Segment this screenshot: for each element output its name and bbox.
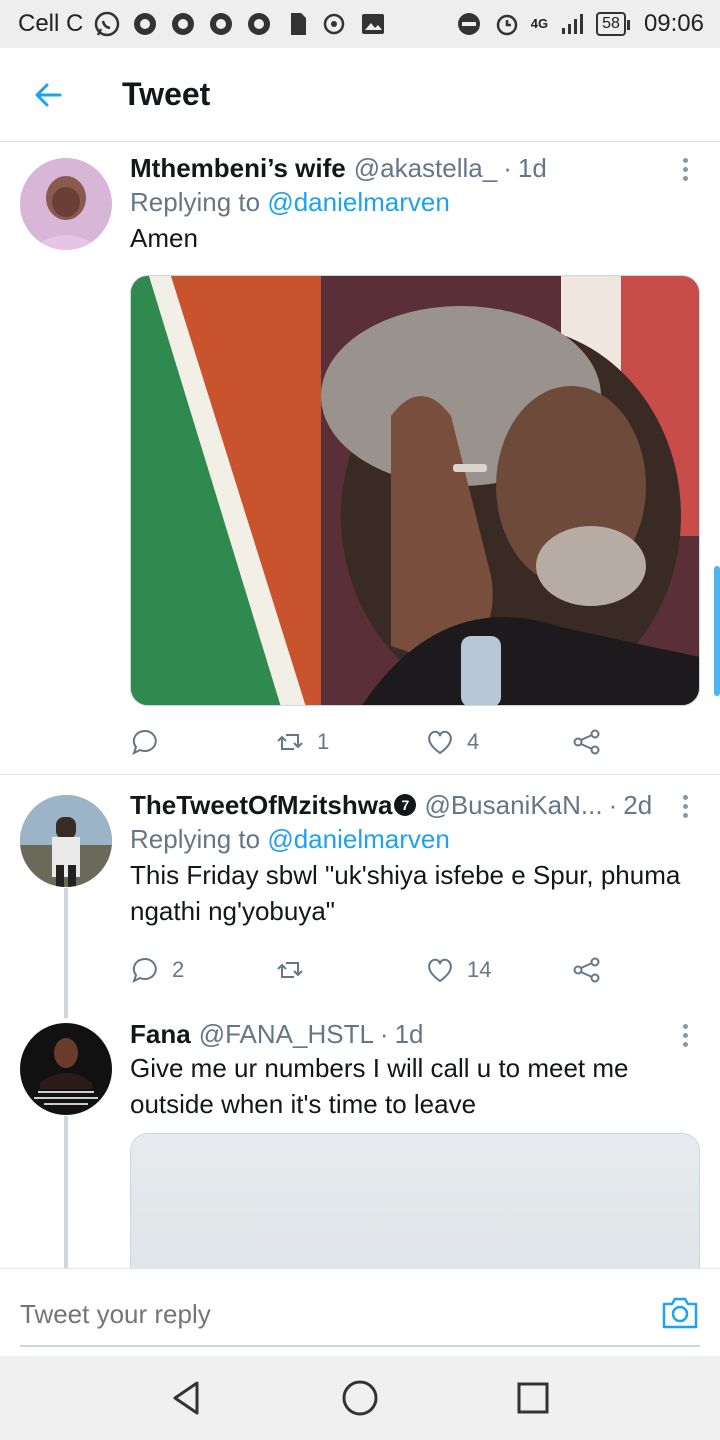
author-name[interactable]: TheTweetOfMzitshwa [130,789,392,821]
tweet-time: 1d [517,153,547,183]
reply-button[interactable] [130,727,172,757]
battery-indicator: 58 [596,12,630,36]
separator-dot: · [379,1019,389,1049]
system-nav-bar [0,1356,720,1440]
tweet-actions: 2 14 [130,950,610,990]
separator-dot: · [503,153,512,183]
hotspot-icon [321,10,349,38]
replying-to-line: Replying to @danielmarven [130,184,698,220]
scrollbar[interactable] [714,566,720,696]
verified-badge: 7 [394,794,417,816]
tweet[interactable]: Mthembeni’s wife @akastella_ · 1d Replyi… [0,142,720,774]
tweet-image[interactable] [130,1133,700,1268]
avatar[interactable] [20,1023,112,1115]
more-options-button[interactable] [670,791,700,821]
thread-line [64,888,68,1018]
reply-underline [20,1345,700,1347]
network-type: 4G [530,16,549,31]
heart-icon [428,730,452,755]
author-name[interactable]: Fana [130,1018,191,1050]
carrier-label: Cell C [18,10,84,37]
app-header: Tweet [0,48,720,142]
thread-line [64,1116,68,1268]
tweet-header: Fana @FANA_HSTL · 1d [130,1018,698,1050]
clock: 09:06 [643,10,704,37]
author-handle[interactable]: @FANA_HSTL [199,1018,374,1050]
nav-home-button[interactable] [330,1368,390,1428]
like-count: 14 [467,957,492,982]
reply-bar [0,1268,720,1356]
circle-home-icon [342,1380,378,1416]
share-icon [573,957,600,983]
reply-input[interactable] [20,1285,640,1343]
share-button[interactable] [572,955,602,985]
nav-back-button[interactable] [157,1368,217,1428]
share-icon [573,729,600,755]
author-name[interactable]: Mthembeni’s wife [130,152,346,184]
replying-prefix: Replying to [130,187,261,217]
replying-to-line: Replying to @danielmarven [130,821,698,857]
like-button[interactable]: 4 [425,727,479,757]
camera-icon [662,1297,698,1329]
reply-count: 2 [172,957,185,982]
separator-dot: · [608,790,618,820]
chrome-icon [131,10,159,38]
retweet-button[interactable]: 1 [275,727,329,757]
share-button[interactable] [572,727,602,757]
tweet-header: Mthembeni’s wife @akastella_ · 1d [130,152,698,184]
tweet[interactable]: Fana @FANA_HSTL · 1d Give me ur numbers … [0,1012,720,1268]
tweet-image[interactable] [130,275,700,706]
like-button[interactable]: 14 [425,955,491,985]
signal-icon [558,10,586,38]
retweet-button[interactable] [275,955,317,985]
image-icon [359,10,387,38]
retweet-icon [277,734,303,750]
tweet-actions: 1 4 [130,722,610,762]
tweet-time: 2d [623,790,653,820]
tweet-time: 1d [394,1019,424,1049]
tweet[interactable]: TheTweetOfMzitshwa 7 @BusaniKaN... · 2d … [0,775,720,1015]
triangle-back-icon [173,1381,199,1415]
retweet-count: 1 [317,729,330,754]
like-count: 4 [467,729,480,754]
page-title: Tweet [122,76,211,112]
mention-link[interactable]: @danielmarven [267,187,449,217]
tweet-text: Amen [130,223,198,253]
status-bar: Cell C 4G 58 09:06 [0,0,720,48]
tweet-header: TheTweetOfMzitshwa 7 @BusaniKaN... · 2d [130,789,698,821]
whatsapp-icon [93,10,121,38]
camera-button[interactable] [660,1295,700,1331]
author-handle[interactable]: @akastella_ [354,152,497,184]
alarm-icon [493,10,521,38]
author-handle[interactable]: @BusaniKaN... [424,789,602,821]
tweet-text: This Friday sbwl "uk'shiya isfebe e Spur… [130,860,681,926]
heart-icon [428,958,452,983]
reply-button[interactable]: 2 [130,955,184,985]
square-recents-icon [517,1382,549,1414]
replying-prefix: Replying to [130,824,261,854]
do-not-disturb-icon [455,10,483,38]
avatar[interactable] [20,795,112,887]
reply-icon [132,957,157,983]
more-options-button[interactable] [670,1020,700,1050]
chrome-icon [207,10,235,38]
sd-card-icon [283,10,311,38]
nav-recents-button[interactable] [503,1368,563,1428]
back-button[interactable] [0,48,96,142]
mention-link[interactable]: @danielmarven [267,824,449,854]
chrome-icon [169,10,197,38]
avatar[interactable] [20,158,112,250]
more-options-button[interactable] [670,154,700,184]
retweet-icon [277,962,303,978]
chrome-icon [245,10,273,38]
arrow-left-icon [35,83,62,106]
reply-icon [132,729,157,755]
tweet-text: Give me ur numbers I will call u to meet… [130,1053,629,1119]
